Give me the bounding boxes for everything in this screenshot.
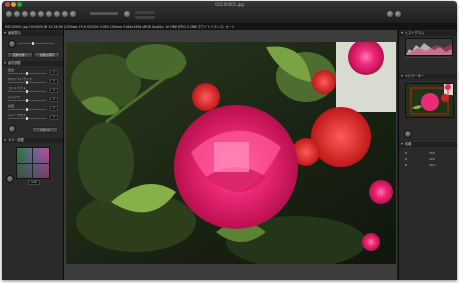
app-window: DSC00001.jpg DSC00001.jpg 2010/05/18 12:… xyxy=(2,1,457,280)
print-icon[interactable] xyxy=(22,11,28,17)
open-icon[interactable] xyxy=(6,11,12,17)
adjust-label: シャドウ xyxy=(8,95,21,99)
view-mode-selector[interactable] xyxy=(135,11,155,14)
disclosure-triangle-icon xyxy=(401,75,403,77)
slider-knob[interactable] xyxy=(32,42,34,45)
window-title: DSC00001.jpg xyxy=(215,2,244,7)
save-image-button[interactable]: 画像を保存 xyxy=(34,52,60,58)
right-panel: ヒストグラム ナビゲーター 情報 R 255 G 128 B 164 xyxy=(398,30,457,280)
disclosure-triangle-icon xyxy=(401,32,403,34)
info-key: R xyxy=(405,151,408,155)
panel-header-histogram[interactable]: ヒストグラム xyxy=(399,31,457,36)
panel-header-display[interactable]: 画像表示 xyxy=(2,31,63,36)
adjust-label: コントラスト xyxy=(8,86,26,90)
disclosure-triangle-icon xyxy=(401,143,403,145)
navigator-thumbnail[interactable] xyxy=(405,83,454,118)
adjust-value[interactable]: 0 xyxy=(50,97,58,102)
rose-photo-image xyxy=(66,42,396,264)
info-key: B xyxy=(405,163,408,167)
rotate-right-icon[interactable] xyxy=(38,11,44,17)
disclosure-triangle-icon xyxy=(4,62,6,64)
adjust-value[interactable]: 0 xyxy=(50,88,58,93)
adjust-value[interactable]: 0 xyxy=(50,115,58,120)
info-value: 255 xyxy=(429,151,435,155)
adjust-value[interactable]: 0 xyxy=(50,79,58,84)
panel-title: ヒストグラム xyxy=(405,31,425,35)
image-viewer[interactable] xyxy=(64,30,397,280)
open-image-button[interactable]: 画像を開く xyxy=(7,52,33,58)
slider-knob[interactable] xyxy=(26,108,28,111)
slider-knob[interactable] xyxy=(26,81,28,84)
display-slider[interactable] xyxy=(18,43,54,44)
slider-knob[interactable] xyxy=(26,117,28,120)
hand-tool-icon[interactable] xyxy=(8,40,16,48)
panel-title: ナビゲーター xyxy=(405,74,425,78)
toolbar xyxy=(2,8,457,24)
panel-title: カラー調整 xyxy=(8,138,24,142)
slider-knob[interactable] xyxy=(26,99,28,102)
picker-crosshair-h xyxy=(17,163,49,164)
disclosure-triangle-icon xyxy=(4,32,6,34)
histogram-curve xyxy=(406,43,452,55)
title-bar: DSC00001.jpg xyxy=(2,1,457,8)
main-photo[interactable] xyxy=(66,42,396,264)
color-wheel-picker[interactable] xyxy=(16,147,50,179)
adjust-label: 彩度 xyxy=(8,104,15,108)
histogram-range[interactable] xyxy=(405,57,451,58)
zoom-slider[interactable] xyxy=(90,12,118,15)
panel-title: 画質調整 xyxy=(8,61,21,65)
adjust-value[interactable]: 0 xyxy=(50,106,58,111)
auto-adjust-icon[interactable] xyxy=(8,125,16,133)
save-icon[interactable] xyxy=(14,11,20,17)
adjust-label: ホワイトバランス xyxy=(8,77,32,81)
thumbnail-image xyxy=(406,84,453,117)
info-icon[interactable] xyxy=(395,11,401,17)
panel-title: 画像表示 xyxy=(8,31,21,35)
panel-title: 情報 xyxy=(405,142,412,146)
previous-image-icon[interactable] xyxy=(46,11,52,17)
fullscreen-icon[interactable] xyxy=(387,11,393,17)
panel-header-info[interactable]: 情報 xyxy=(399,142,457,147)
info-value: 164 xyxy=(429,163,435,167)
histogram-chart xyxy=(405,38,453,56)
panel-header-color[interactable]: カラー調整 xyxy=(2,138,63,143)
reset-button[interactable]: リセット xyxy=(32,127,58,133)
adjust-value[interactable]: 0 xyxy=(50,70,58,75)
slider-knob[interactable] xyxy=(26,90,28,93)
disclosure-triangle-icon xyxy=(4,139,6,141)
fit-icon[interactable] xyxy=(124,11,130,17)
adjust-label: シャープネス xyxy=(8,113,26,117)
left-panel: 画像表示 画像を開く 画像を保存 画質調整 露出 0 ホワイトバランス 0 コントラスト… xyxy=(2,30,64,280)
info-value: 128 xyxy=(429,157,435,161)
eyedropper-icon[interactable] xyxy=(6,175,14,183)
color-value[interactable]: 0.00 xyxy=(28,180,40,185)
panel-header-navigator[interactable]: ナビゲーター xyxy=(399,74,457,79)
slider-knob[interactable] xyxy=(26,72,28,75)
next-image-icon[interactable] xyxy=(54,11,60,17)
adjust-label: 露出 xyxy=(8,68,15,72)
info-key: G xyxy=(405,157,408,161)
crop-icon[interactable] xyxy=(62,11,68,17)
compare-icon[interactable] xyxy=(70,11,76,17)
panel-header-adjust[interactable]: 画質調整 xyxy=(2,61,63,66)
display-selector[interactable] xyxy=(135,16,155,19)
rotate-left-icon[interactable] xyxy=(30,11,36,17)
image-info-text: DSC00001.jpg 2010/05/18 12:34:56 1/250se… xyxy=(5,25,235,29)
navigator-zoom-icon[interactable] xyxy=(404,130,412,138)
